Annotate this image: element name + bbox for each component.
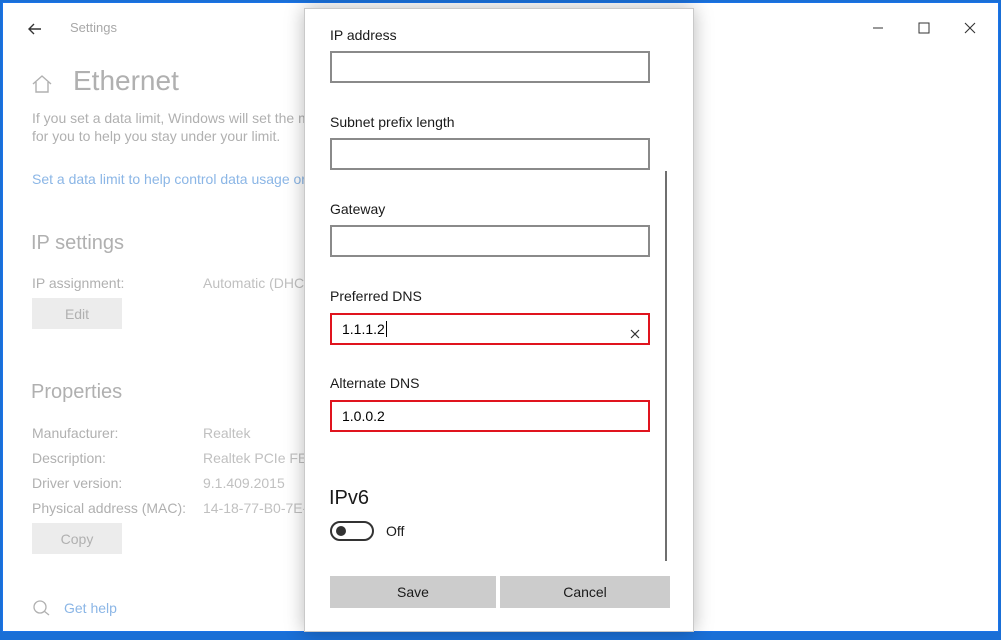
gateway-field[interactable] — [330, 225, 650, 257]
ip-address-label: IP address — [330, 27, 397, 43]
save-button[interactable]: Save — [330, 576, 496, 608]
copy-button[interactable]: Copy — [32, 523, 122, 554]
alternate-dns-field[interactable]: 1.0.0.2 — [330, 400, 650, 432]
ipv6-toggle-state: Off — [386, 523, 405, 539]
edit-ip-settings-dialog: IP address Subnet prefix length Gateway … — [304, 8, 694, 632]
subnet-prefix-field[interactable] — [330, 138, 650, 170]
minimize-icon[interactable] — [858, 13, 898, 43]
maximize-icon[interactable] — [904, 13, 944, 43]
get-help-link[interactable]: Get help — [64, 600, 117, 616]
info-line-1: If you set a data limit, Windows will se… — [32, 110, 310, 126]
subnet-prefix-label: Subnet prefix length — [330, 114, 455, 130]
data-limit-link[interactable]: Set a data limit to help control data us… — [32, 171, 306, 187]
alternate-dns-value: 1.0.0.2 — [342, 408, 385, 424]
preferred-dns-label: Preferred DNS — [330, 288, 422, 304]
toggle-knob — [336, 526, 346, 536]
ip-address-field[interactable] — [330, 51, 650, 83]
data-limit-info: If you set a data limit, Windows will se… — [32, 109, 312, 145]
driver-version-label: Driver version: — [32, 475, 123, 491]
close-icon[interactable] — [950, 13, 990, 43]
ipv6-heading: IPv6 — [329, 487, 370, 509]
description-value: Realtek PCIe FE F — [203, 450, 307, 466]
description-label: Description: — [32, 450, 106, 466]
ip-settings-heading: IP settings — [31, 232, 125, 254]
ip-assignment-label: IP assignment: — [32, 275, 125, 291]
clear-field-icon[interactable] — [628, 322, 642, 339]
app-title: Settings — [70, 20, 117, 35]
alternate-dns-label: Alternate DNS — [330, 375, 420, 391]
text-caret — [385, 321, 387, 337]
edit-button[interactable]: Edit — [32, 298, 122, 329]
preferred-dns-text: 1.1.1.2 — [342, 321, 385, 337]
dialog-scrollbar[interactable] — [665, 171, 667, 561]
driver-version-value: 9.1.409.2015 — [203, 475, 285, 491]
mac-address-value: 14-18-77-B0-7E-8 — [203, 500, 307, 516]
help-chat-icon — [32, 599, 52, 617]
back-arrow-icon[interactable] — [23, 17, 47, 41]
ipv6-toggle[interactable] — [330, 521, 374, 541]
properties-heading: Properties — [31, 381, 123, 403]
manufacturer-value: Realtek — [203, 425, 251, 441]
ip-assignment-value: Automatic (DHCP) — [203, 275, 307, 291]
preferred-dns-field[interactable]: 1.1.1.2 — [330, 313, 650, 345]
info-line-2: for you to help you stay under your limi… — [32, 128, 281, 144]
home-icon — [31, 73, 53, 95]
page-title: Ethernet — [73, 65, 179, 96]
mac-address-label: Physical address (MAC): — [32, 500, 187, 516]
preferred-dns-value: 1.1.1.2 — [342, 315, 387, 343]
manufacturer-label: Manufacturer: — [32, 425, 119, 441]
gateway-label: Gateway — [330, 201, 386, 217]
cancel-button[interactable]: Cancel — [500, 576, 670, 608]
